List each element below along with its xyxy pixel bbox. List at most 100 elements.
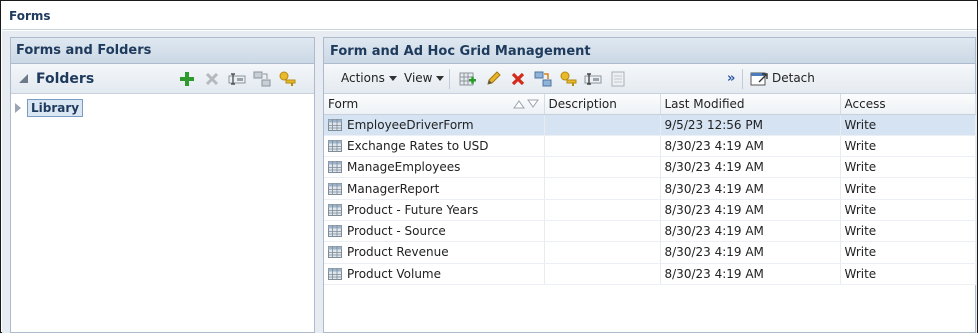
form-name[interactable]: ManageEmployees [347,160,460,174]
cell-description [544,199,661,221]
form-grid-icon [328,203,342,216]
sort-arrows[interactable] [512,99,539,109]
cell-description [544,241,661,264]
detach-icon [750,72,768,86]
cell-access: Write [840,177,976,200]
cell-last-modified: 8/30/23 4:19 AM [660,241,841,264]
column-header-access[interactable]: Access [840,94,976,115]
folder-toolbar [177,70,296,88]
table-row[interactable]: ManageEmployees 8/30/23 4:19 AM Write [324,156,976,179]
column-header-description[interactable]: Description [544,94,661,115]
add-folder-icon[interactable] [177,70,196,88]
table-row[interactable]: ManagerReport 8/30/23 4:19 AM Write [324,177,976,200]
move-folder-icon[interactable] [252,70,271,88]
form-name[interactable]: Product Volume [347,267,441,281]
grid-toolbar: Actions View » Detach [324,64,975,94]
form-name-cell: Exchange Rates to USD [328,139,540,153]
content-area: Forms and Folders Folders Library Form a… [2,31,977,333]
assign-access-icon[interactable] [558,70,577,88]
panel-header: Forms and Folders [11,38,314,64]
detach-button[interactable]: Detach [750,70,815,86]
cell-form[interactable]: ManagerReport [324,177,545,200]
form-grid-icon [328,267,342,280]
more-tools-icon[interactable]: » [727,71,735,86]
cell-last-modified: 8/30/23 4:19 AM [660,177,841,200]
export-icon[interactable] [608,70,627,88]
form-name-cell: Product - Future Years [328,203,540,217]
chevron-down-icon [388,75,397,81]
tree-node-library[interactable]: Library [27,99,84,117]
cell-last-modified: 9/5/23 12:56 PM [660,114,841,136]
edit-pencil-icon[interactable] [483,70,502,88]
cell-form[interactable]: EmployeeDriverForm [324,114,545,136]
form-name-cell: Product Revenue [328,245,540,259]
form-name[interactable]: ManagerReport [347,182,439,196]
table-row[interactable]: Product - Source 8/30/23 4:19 AM Write [324,220,976,243]
table-row[interactable]: Exchange Rates to USD 8/30/23 4:19 AM Writ… [324,135,976,158]
page-title: Forms [9,9,51,23]
forms-window: Forms Forms and Folders Folders Library … [0,0,978,333]
form-grid-icon [328,161,342,174]
view-menu-label: View [404,71,433,85]
delete-icon[interactable] [508,70,527,88]
form-tools [458,70,627,88]
sort-descending-icon[interactable] [526,99,539,109]
table-row[interactable]: Product Volume 8/30/23 4:19 AM Write [324,263,976,285]
form-grid-icon [328,139,342,152]
form-name[interactable]: Product Revenue [347,245,449,259]
expand-arrow-icon[interactable] [15,103,21,113]
actions-menu[interactable]: Actions [341,71,397,85]
folders-header[interactable]: Folders [11,64,314,94]
actions-menu-label: Actions [341,71,385,85]
table-row[interactable]: EmployeeDriverForm 9/5/23 12:56 PM Write [324,114,976,136]
rename-icon[interactable] [227,70,246,88]
cell-form[interactable]: Product Volume [324,263,545,285]
form-name[interactable]: Product - Source [347,224,446,238]
form-name[interactable]: EmployeeDriverForm [347,118,474,132]
cell-access: Write [840,263,976,285]
folders-label: Folders [36,71,95,87]
form-name-cell: Product - Source [328,224,540,238]
table-header-row: Form Description Last Modified Access [324,94,976,115]
create-form-icon[interactable] [458,70,477,88]
forms-and-folders-panel: Forms and Folders Folders Library [10,37,315,333]
column-header-form[interactable]: Form [324,94,545,115]
cell-description [544,135,661,158]
form-grid-icon [328,118,342,131]
form-name[interactable]: Product - Future Years [347,203,478,217]
cell-form[interactable]: Product Revenue [324,241,545,264]
cell-form[interactable]: Product - Future Years [324,199,545,221]
collapse-triangle-icon[interactable] [19,74,28,83]
delete-folder-icon[interactable] [202,70,221,88]
cell-description [544,220,661,243]
folder-tree: Library [11,94,314,333]
cell-last-modified: 8/30/23 4:19 AM [660,199,841,221]
cell-form[interactable]: Exchange Rates to USD [324,135,545,158]
detach-label: Detach [772,71,815,85]
rename-icon[interactable] [583,70,602,88]
panel-title: Form and Ad Hoc Grid Management [330,44,591,59]
column-label: Form [328,96,359,111]
panel-title: Forms and Folders [16,43,152,58]
view-menu[interactable]: View [404,71,445,85]
move-icon[interactable] [533,70,552,88]
cell-last-modified: 8/30/23 4:19 AM [660,263,841,285]
column-label: Last Modified [664,96,745,111]
form-name-cell: Product Volume [328,267,540,281]
cell-access: Write [840,135,976,158]
column-header-last-modified[interactable]: Last Modified [660,94,841,115]
cell-form[interactable]: Product - Source [324,220,545,243]
form-grid-icon [328,225,342,238]
cell-description [544,156,661,179]
cell-access: Write [840,199,976,221]
form-grid-icon [328,182,342,195]
table-row[interactable]: Product Revenue 8/30/23 4:19 AM Write [324,241,976,264]
sort-ascending-icon[interactable] [512,99,525,109]
cell-description [544,177,661,200]
column-label: Access [844,96,886,111]
column-label: Description [548,96,617,111]
assign-access-icon[interactable] [277,70,296,88]
cell-form[interactable]: ManageEmployees [324,156,545,179]
form-name[interactable]: Exchange Rates to USD [347,139,489,153]
table-row[interactable]: Product - Future Years 8/30/23 4:19 AM Wri… [324,199,976,221]
